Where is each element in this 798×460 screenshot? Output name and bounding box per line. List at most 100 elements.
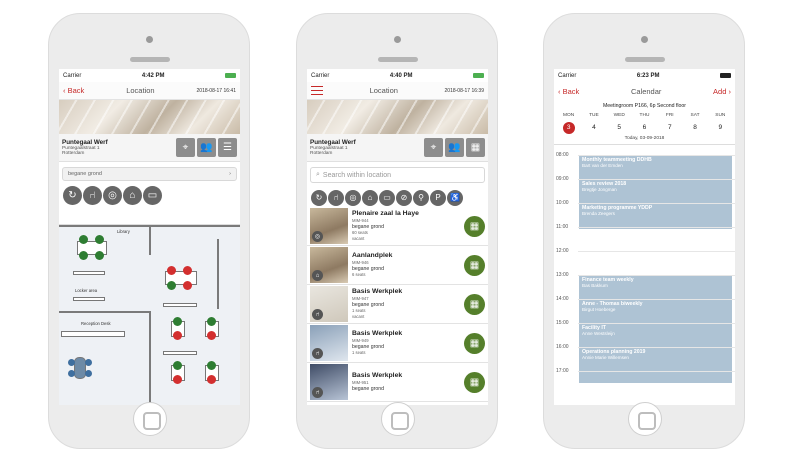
hour-row: 12:00 xyxy=(554,248,735,254)
seat-occupied[interactable] xyxy=(173,331,182,340)
seat-meeting[interactable] xyxy=(68,359,75,366)
list-item[interactable]: ⑁ Basis Werkplek MIM-949 begane grond 1 … xyxy=(307,324,488,363)
floor-selector[interactable]: begane grond › xyxy=(62,167,237,181)
room-name: Basis Werkplek xyxy=(352,371,403,379)
calendar-event[interactable]: Finance team weekly Bas Bakkum xyxy=(582,277,634,289)
home-button[interactable] xyxy=(628,402,662,436)
seat-available[interactable] xyxy=(79,235,88,244)
lounge-filter-icon[interactable]: ⌂ xyxy=(123,186,142,205)
weekday: THU xyxy=(639,113,650,118)
speaker xyxy=(130,57,170,62)
calendar-event[interactable]: Marketing programme YDDP Brenda Zeegers xyxy=(582,205,652,217)
home-button[interactable] xyxy=(381,402,415,436)
day-cell[interactable]: 7 xyxy=(659,121,681,134)
nav-title: Calendar xyxy=(630,86,662,96)
floorplan-button[interactable]: ▦ xyxy=(466,138,485,157)
refresh-filter-icon[interactable]: ↻ xyxy=(63,186,82,205)
map-pin-button[interactable]: ⌖ xyxy=(424,138,443,157)
status-bar: Carrier 6:23 PM xyxy=(554,69,735,82)
calendar-button[interactable]: ▦ xyxy=(464,371,485,393)
people-button[interactable]: 👥 xyxy=(445,138,464,157)
wall xyxy=(59,311,149,313)
hour-label: 09:00 xyxy=(556,176,571,182)
calendar-event[interactable]: Anne - Thomas biweekly Birgut Hoeberge xyxy=(582,301,643,313)
room-name: Basis Werkplek xyxy=(352,287,403,295)
battery-icon xyxy=(720,73,731,78)
seat-available[interactable] xyxy=(207,361,216,370)
calendar-event[interactable]: Operations planning 2019 Annie Marie Wil… xyxy=(582,349,645,361)
week-days: 3 4 5 6 7 8 9 xyxy=(554,119,735,136)
map-pin-button[interactable]: ⌖ xyxy=(176,138,195,157)
list-item[interactable]: ⌂ Aanlandplek MIM-946 begane grond 6 sea… xyxy=(307,246,488,285)
hour-row: 16:00 xyxy=(554,344,735,350)
calendar-button[interactable]: ▦ xyxy=(464,332,485,354)
seat-available[interactable] xyxy=(207,317,216,326)
carrier: Carrier xyxy=(311,72,330,79)
wheelchair-filter-icon[interactable]: ♿ xyxy=(447,189,463,206)
day-timeline[interactable]: 08:00 09:00 10:00 11:00 12:00 13:00 14:0… xyxy=(554,152,735,383)
calendar-button[interactable]: ▦ xyxy=(464,215,485,237)
room-thumbnail: ⑁ xyxy=(310,325,348,361)
seat-meeting[interactable] xyxy=(85,359,92,366)
meeting-filter-icon[interactable]: ◎ xyxy=(345,189,361,206)
hour-row: 08:00 xyxy=(554,152,735,158)
add-button[interactable]: Add › xyxy=(713,87,731,96)
calendar-button[interactable]: ▦ xyxy=(464,293,485,315)
day-cell[interactable]: 6 xyxy=(633,121,655,134)
meeting-filter-icon[interactable]: ◎ xyxy=(103,186,122,205)
people-button[interactable]: 👥 xyxy=(197,138,216,157)
seat-occupied[interactable] xyxy=(207,375,216,384)
desk-filter-icon[interactable]: ⑁ xyxy=(83,186,102,205)
parking-filter-icon[interactable]: P xyxy=(430,189,446,206)
desk-filter-icon[interactable]: ⑁ xyxy=(328,189,344,206)
back-label: Back xyxy=(67,86,85,95)
seat-available[interactable] xyxy=(173,361,182,370)
calendar-event[interactable]: Sales review 2018 Bregtje Jongman xyxy=(582,181,626,193)
location-photo xyxy=(59,100,240,134)
no-phone-filter-icon[interactable]: ⊘ xyxy=(396,189,412,206)
menu-icon[interactable] xyxy=(311,86,323,95)
list-item[interactable]: ◎ Plenaire zaal la Haye MIM-944 begane g… xyxy=(307,207,488,246)
seat-occupied[interactable] xyxy=(167,266,176,275)
refresh-filter-icon[interactable]: ↻ xyxy=(311,189,327,206)
list-item[interactable]: ⑁ Basis Werkplek MIM-951 begane grond ▦ xyxy=(307,363,488,402)
event-organizer: Annie Marie Willemsen xyxy=(582,355,629,360)
seat-available[interactable] xyxy=(95,235,104,244)
seat-meeting[interactable] xyxy=(85,370,92,377)
locker xyxy=(73,271,105,275)
calendar-event[interactable]: Monthly teammeeting DDHB Bart van der Em… xyxy=(582,157,652,169)
location-header: Puntegaal Werf Puntegaalstraat 1 Rotterd… xyxy=(59,134,240,162)
bike-filter-icon[interactable]: ⚲ xyxy=(413,189,429,206)
screen: Carrier 6:23 PM ‹ Back Calendar Add › Me… xyxy=(554,69,735,405)
list-view-button[interactable]: ☰ xyxy=(218,138,237,157)
day-cell[interactable]: 4 xyxy=(583,121,605,134)
seat-available[interactable] xyxy=(79,251,88,260)
hour-row: 13:00 xyxy=(554,272,735,278)
list-item[interactable]: ⑁ Basis Werkplek MIM-947 begane grond 1 … xyxy=(307,285,488,324)
status-bar: Carrier 4:42 PM xyxy=(59,69,240,82)
phone-booth-filter-icon[interactable]: ▭ xyxy=(379,189,395,206)
day-cell[interactable]: 9 xyxy=(709,121,731,134)
back-button[interactable]: ‹ Back xyxy=(558,87,579,96)
seat-occupied[interactable] xyxy=(183,266,192,275)
phone-booth-filter-icon[interactable]: ▭ xyxy=(143,186,162,205)
calendar-button[interactable]: ▦ xyxy=(464,254,485,276)
home-button[interactable] xyxy=(133,402,167,436)
floor-plan[interactable]: Library Locker area Reception Desk xyxy=(59,224,240,405)
seat-occupied[interactable] xyxy=(183,281,192,290)
seat-meeting[interactable] xyxy=(68,370,75,377)
seat-available[interactable] xyxy=(173,317,182,326)
lounge-filter-icon[interactable]: ⌂ xyxy=(362,189,378,206)
seat-available[interactable] xyxy=(95,251,104,260)
day-cell[interactable]: 5 xyxy=(608,121,630,134)
search-input[interactable]: ⌕ Search within location xyxy=(310,167,485,183)
wall xyxy=(149,311,151,405)
calendar-event[interactable]: Facility IT Anne Westsleijn xyxy=(582,325,615,337)
status-time: 4:40 PM xyxy=(389,72,413,79)
seat-occupied[interactable] xyxy=(173,375,182,384)
back-button[interactable]: ‹ Back xyxy=(63,86,84,95)
seat-available[interactable] xyxy=(167,281,176,290)
seat-occupied[interactable] xyxy=(207,331,216,340)
day-cell[interactable]: 3 xyxy=(558,121,580,134)
day-cell[interactable]: 8 xyxy=(684,121,706,134)
